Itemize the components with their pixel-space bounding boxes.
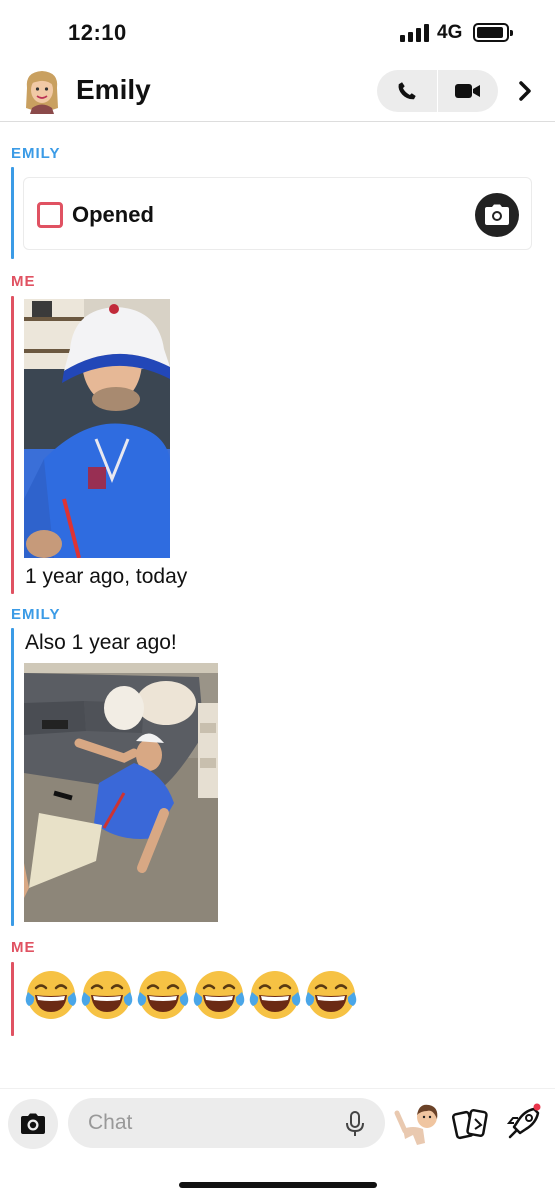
- sender-label: ME: [11, 939, 36, 956]
- reply-camera-button[interactable]: [475, 193, 519, 237]
- microphone-button[interactable]: [343, 1111, 367, 1137]
- chevron-right-icon: [519, 81, 531, 101]
- rocket-button[interactable]: [504, 1103, 544, 1143]
- tears-of-joy-emoji: [193, 971, 245, 1019]
- photo-message[interactable]: [24, 299, 170, 558]
- bitmoji-button[interactable]: [393, 1103, 441, 1147]
- voice-call-button[interactable]: [377, 70, 437, 112]
- message-bar: [11, 628, 14, 926]
- photo-message[interactable]: [24, 663, 218, 922]
- bitmoji-icon: [394, 1104, 438, 1145]
- snap-message[interactable]: Opened: [23, 177, 532, 250]
- tears-of-joy-emoji: [137, 971, 189, 1019]
- camera-icon: [21, 1113, 45, 1134]
- phone-icon: [398, 82, 416, 100]
- battery-icon: [473, 23, 513, 42]
- message-bar: [11, 167, 14, 259]
- avatar[interactable]: [22, 68, 62, 114]
- status-bar: 12:10 4G: [0, 0, 555, 62]
- rocket-icon: [506, 1103, 541, 1139]
- call-controls: [377, 70, 498, 112]
- video-call-button[interactable]: [438, 70, 498, 112]
- home-indicator: [179, 1182, 377, 1188]
- photo-caption: 1 year ago, today: [25, 565, 188, 588]
- tears-of-joy-emoji: [249, 971, 301, 1019]
- microphone-icon: [346, 1111, 364, 1136]
- emoji-message[interactable]: [24, 968, 358, 1022]
- opened-snap-icon: [37, 202, 63, 228]
- chat-header: Emily: [0, 62, 555, 122]
- message-text: Also 1 year ago!: [25, 631, 177, 654]
- more-button[interactable]: [510, 74, 540, 108]
- contact-name[interactable]: Emily: [76, 74, 151, 106]
- snap-status: Opened: [72, 202, 154, 227]
- sender-label: EMILY: [11, 145, 61, 162]
- tears-of-joy-emoji: [25, 971, 77, 1019]
- camera-button[interactable]: [8, 1099, 58, 1149]
- cell-signal-icon: [400, 24, 430, 42]
- sender-label: EMILY: [11, 606, 61, 623]
- status-time: 12:10: [68, 20, 127, 45]
- cards-icon: [451, 1109, 488, 1140]
- message-bar: [11, 962, 14, 1036]
- cards-button[interactable]: [451, 1107, 491, 1143]
- tears-of-joy-emoji: [305, 971, 357, 1019]
- chat-input[interactable]: [68, 1098, 385, 1148]
- video-icon: [455, 84, 480, 98]
- camera-icon: [485, 204, 509, 225]
- sender-label: ME: [11, 273, 36, 290]
- chat-composer: [0, 1088, 555, 1158]
- tears-of-joy-emoji: [81, 971, 133, 1019]
- message-bar: [11, 296, 14, 594]
- network-type: 4G: [437, 22, 463, 43]
